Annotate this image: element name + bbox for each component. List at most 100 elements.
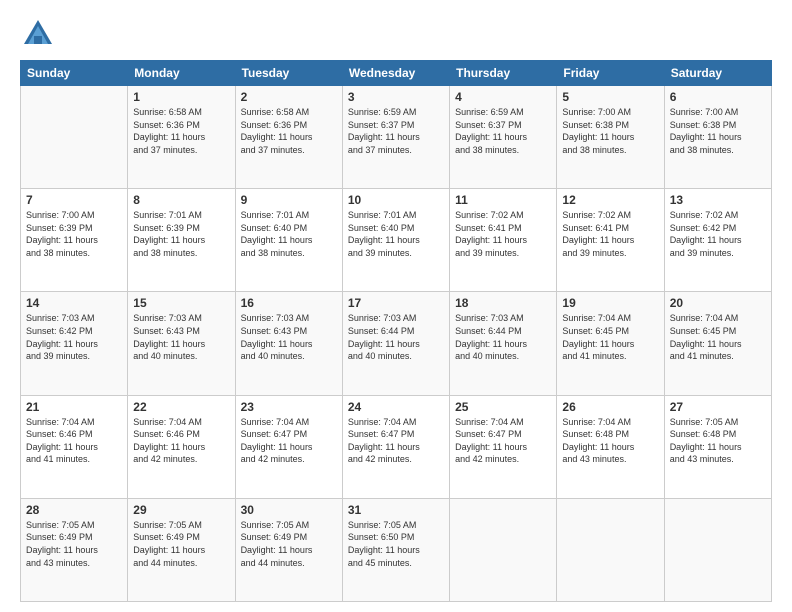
day-info: Sunrise: 7:00 AM Sunset: 6:38 PM Dayligh… bbox=[562, 106, 658, 156]
day-info: Sunrise: 7:02 AM Sunset: 6:42 PM Dayligh… bbox=[670, 209, 766, 259]
day-number: 14 bbox=[26, 296, 122, 310]
day-info: Sunrise: 7:00 AM Sunset: 6:38 PM Dayligh… bbox=[670, 106, 766, 156]
calendar-table: SundayMondayTuesdayWednesdayThursdayFrid… bbox=[20, 60, 772, 602]
day-number: 3 bbox=[348, 90, 444, 104]
day-cell: 11Sunrise: 7:02 AM Sunset: 6:41 PM Dayli… bbox=[450, 189, 557, 292]
day-number: 20 bbox=[670, 296, 766, 310]
day-info: Sunrise: 7:05 AM Sunset: 6:49 PM Dayligh… bbox=[26, 519, 122, 569]
header-cell-wednesday: Wednesday bbox=[342, 61, 449, 86]
day-number: 15 bbox=[133, 296, 229, 310]
day-number: 18 bbox=[455, 296, 551, 310]
day-number: 1 bbox=[133, 90, 229, 104]
day-number: 28 bbox=[26, 503, 122, 517]
day-number: 29 bbox=[133, 503, 229, 517]
day-number: 26 bbox=[562, 400, 658, 414]
day-number: 8 bbox=[133, 193, 229, 207]
header-cell-tuesday: Tuesday bbox=[235, 61, 342, 86]
day-info: Sunrise: 6:58 AM Sunset: 6:36 PM Dayligh… bbox=[241, 106, 337, 156]
day-number: 2 bbox=[241, 90, 337, 104]
day-info: Sunrise: 7:04 AM Sunset: 6:47 PM Dayligh… bbox=[348, 416, 444, 466]
header-cell-saturday: Saturday bbox=[664, 61, 771, 86]
day-cell: 7Sunrise: 7:00 AM Sunset: 6:39 PM Daylig… bbox=[21, 189, 128, 292]
day-cell: 6 Sunrise: 7:00 AM Sunset: 6:38 PM Daylig… bbox=[664, 86, 771, 189]
day-cell: 3 Sunrise: 6:59 AM Sunset: 6:37 PM Daylig… bbox=[342, 86, 449, 189]
day-number: 12 bbox=[562, 193, 658, 207]
day-info: Sunrise: 7:04 AM Sunset: 6:46 PM Dayligh… bbox=[133, 416, 229, 466]
header-cell-monday: Monday bbox=[128, 61, 235, 86]
day-number: 22 bbox=[133, 400, 229, 414]
day-cell: 1 Sunrise: 6:58 AM Sunset: 6:36 PM Daylig… bbox=[128, 86, 235, 189]
day-cell: 22 Sunrise: 7:04 AM Sunset: 6:46 PM Dayli… bbox=[128, 395, 235, 498]
day-info: Sunrise: 6:58 AM Sunset: 6:36 PM Dayligh… bbox=[133, 106, 229, 156]
day-info: Sunrise: 7:05 AM Sunset: 6:49 PM Dayligh… bbox=[241, 519, 337, 569]
header bbox=[20, 16, 772, 52]
day-info: Sunrise: 7:03 AM Sunset: 6:44 PM Dayligh… bbox=[455, 312, 551, 362]
day-number: 24 bbox=[348, 400, 444, 414]
day-cell: 31 Sunrise: 7:05 AM Sunset: 6:50 PM Dayli… bbox=[342, 498, 449, 601]
week-row-2: 7Sunrise: 7:00 AM Sunset: 6:39 PM Daylig… bbox=[21, 189, 772, 292]
day-cell: 19 Sunrise: 7:04 AM Sunset: 6:45 PM Dayli… bbox=[557, 292, 664, 395]
day-info: Sunrise: 7:05 AM Sunset: 6:50 PM Dayligh… bbox=[348, 519, 444, 569]
day-info: Sunrise: 7:01 AM Sunset: 6:40 PM Dayligh… bbox=[348, 209, 444, 259]
day-info: Sunrise: 6:59 AM Sunset: 6:37 PM Dayligh… bbox=[455, 106, 551, 156]
logo-icon bbox=[20, 16, 56, 52]
day-cell: 24 Sunrise: 7:04 AM Sunset: 6:47 PM Dayli… bbox=[342, 395, 449, 498]
day-info: Sunrise: 7:04 AM Sunset: 6:46 PM Dayligh… bbox=[26, 416, 122, 466]
day-number: 30 bbox=[241, 503, 337, 517]
day-info: Sunrise: 7:05 AM Sunset: 6:49 PM Dayligh… bbox=[133, 519, 229, 569]
day-info: Sunrise: 7:03 AM Sunset: 6:43 PM Dayligh… bbox=[241, 312, 337, 362]
day-info: Sunrise: 7:04 AM Sunset: 6:45 PM Dayligh… bbox=[670, 312, 766, 362]
day-info: Sunrise: 7:02 AM Sunset: 6:41 PM Dayligh… bbox=[562, 209, 658, 259]
day-number: 13 bbox=[670, 193, 766, 207]
day-cell: 30 Sunrise: 7:05 AM Sunset: 6:49 PM Dayli… bbox=[235, 498, 342, 601]
day-number: 19 bbox=[562, 296, 658, 310]
week-row-4: 21Sunrise: 7:04 AM Sunset: 6:46 PM Dayli… bbox=[21, 395, 772, 498]
day-info: Sunrise: 7:03 AM Sunset: 6:44 PM Dayligh… bbox=[348, 312, 444, 362]
day-info: Sunrise: 7:05 AM Sunset: 6:48 PM Dayligh… bbox=[670, 416, 766, 466]
day-cell: 28 Sunrise: 7:05 AM Sunset: 6:49 PM Dayli… bbox=[21, 498, 128, 601]
day-number: 5 bbox=[562, 90, 658, 104]
day-cell: 29 Sunrise: 7:05 AM Sunset: 6:49 PM Dayli… bbox=[128, 498, 235, 601]
day-number: 31 bbox=[348, 503, 444, 517]
day-cell: 21Sunrise: 7:04 AM Sunset: 6:46 PM Dayli… bbox=[21, 395, 128, 498]
day-cell: 16 Sunrise: 7:03 AM Sunset: 6:43 PM Dayli… bbox=[235, 292, 342, 395]
day-cell: 15Sunrise: 7:03 AM Sunset: 6:43 PM Dayli… bbox=[128, 292, 235, 395]
header-cell-friday: Friday bbox=[557, 61, 664, 86]
day-number: 17 bbox=[348, 296, 444, 310]
day-cell: 13 Sunrise: 7:02 AM Sunset: 6:42 PM Dayli… bbox=[664, 189, 771, 292]
day-cell: 5 Sunrise: 7:00 AM Sunset: 6:38 PM Daylig… bbox=[557, 86, 664, 189]
day-number: 16 bbox=[241, 296, 337, 310]
week-row-3: 14 Sunrise: 7:03 AM Sunset: 6:42 PM Dayli… bbox=[21, 292, 772, 395]
header-cell-thursday: Thursday bbox=[450, 61, 557, 86]
day-number: 4 bbox=[455, 90, 551, 104]
header-row: SundayMondayTuesdayWednesdayThursdayFrid… bbox=[21, 61, 772, 86]
day-cell: 12 Sunrise: 7:02 AM Sunset: 6:41 PM Dayli… bbox=[557, 189, 664, 292]
day-info: Sunrise: 6:59 AM Sunset: 6:37 PM Dayligh… bbox=[348, 106, 444, 156]
day-cell: 26 Sunrise: 7:04 AM Sunset: 6:48 PM Dayli… bbox=[557, 395, 664, 498]
day-cell bbox=[664, 498, 771, 601]
day-cell: 4 Sunrise: 6:59 AM Sunset: 6:37 PM Daylig… bbox=[450, 86, 557, 189]
day-info: Sunrise: 7:04 AM Sunset: 6:47 PM Dayligh… bbox=[455, 416, 551, 466]
day-cell: 14 Sunrise: 7:03 AM Sunset: 6:42 PM Dayli… bbox=[21, 292, 128, 395]
day-cell: 17 Sunrise: 7:03 AM Sunset: 6:44 PM Dayli… bbox=[342, 292, 449, 395]
day-info: Sunrise: 7:04 AM Sunset: 6:48 PM Dayligh… bbox=[562, 416, 658, 466]
logo bbox=[20, 16, 60, 52]
page: SundayMondayTuesdayWednesdayThursdayFrid… bbox=[0, 0, 792, 612]
week-row-5: 28 Sunrise: 7:05 AM Sunset: 6:49 PM Dayli… bbox=[21, 498, 772, 601]
day-cell: 9Sunrise: 7:01 AM Sunset: 6:40 PM Daylig… bbox=[235, 189, 342, 292]
day-cell: 2 Sunrise: 6:58 AM Sunset: 6:36 PM Daylig… bbox=[235, 86, 342, 189]
day-cell bbox=[21, 86, 128, 189]
day-number: 7 bbox=[26, 193, 122, 207]
day-number: 25 bbox=[455, 400, 551, 414]
day-cell: 18 Sunrise: 7:03 AM Sunset: 6:44 PM Dayli… bbox=[450, 292, 557, 395]
day-cell: 20 Sunrise: 7:04 AM Sunset: 6:45 PM Dayli… bbox=[664, 292, 771, 395]
day-number: 6 bbox=[670, 90, 766, 104]
day-info: Sunrise: 7:01 AM Sunset: 6:39 PM Dayligh… bbox=[133, 209, 229, 259]
day-cell: 23Sunrise: 7:04 AM Sunset: 6:47 PM Dayli… bbox=[235, 395, 342, 498]
header-cell-sunday: Sunday bbox=[21, 61, 128, 86]
day-cell: 27 Sunrise: 7:05 AM Sunset: 6:48 PM Dayli… bbox=[664, 395, 771, 498]
day-info: Sunrise: 7:04 AM Sunset: 6:45 PM Dayligh… bbox=[562, 312, 658, 362]
day-info: Sunrise: 7:02 AM Sunset: 6:41 PM Dayligh… bbox=[455, 209, 551, 259]
day-info: Sunrise: 7:03 AM Sunset: 6:42 PM Dayligh… bbox=[26, 312, 122, 362]
day-number: 27 bbox=[670, 400, 766, 414]
